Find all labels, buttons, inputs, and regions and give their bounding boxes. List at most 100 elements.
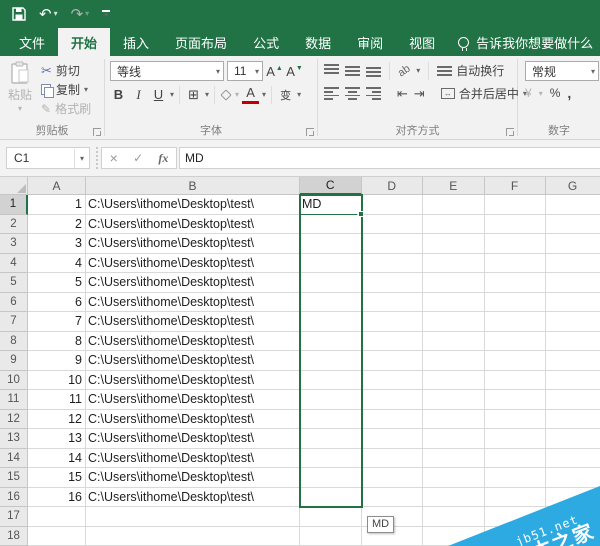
cell-D2[interactable]	[361, 214, 423, 234]
cell-E14[interactable]	[423, 448, 485, 468]
font-color-button[interactable]: A	[242, 85, 260, 104]
cell-D10[interactable]	[361, 370, 423, 390]
cell-E7[interactable]	[423, 312, 485, 332]
cell-B15[interactable]: C:\Users\ithome\Desktop\test\	[86, 468, 300, 488]
row-header-3[interactable]: 3	[0, 234, 28, 254]
customize-quick-access-icon[interactable]: ▾	[102, 10, 111, 19]
column-header-C[interactable]: C	[300, 177, 362, 195]
fill-color-caret-icon[interactable]: ▾	[235, 90, 239, 99]
borders-caret-icon[interactable]: ▾	[205, 90, 209, 99]
increase-indent-icon[interactable]: ⇥	[414, 86, 425, 102]
accounting-caret-icon[interactable]: ▾	[539, 89, 543, 98]
cell-A1[interactable]: 1	[28, 195, 86, 215]
cell-B16[interactable]: C:\Users\ithome\Desktop\test\	[86, 487, 300, 507]
cell-B13[interactable]: C:\Users\ithome\Desktop\test\	[86, 429, 300, 449]
cell-D4[interactable]	[361, 253, 423, 273]
accounting-format-icon[interactable]: ¥	[525, 86, 532, 100]
underline-caret-icon[interactable]: ▾	[170, 90, 174, 99]
column-header-A[interactable]: A	[28, 177, 86, 195]
column-header-E[interactable]: E	[423, 177, 485, 195]
alignment-dialog-launcher-icon[interactable]	[506, 128, 514, 136]
cell-B6[interactable]: C:\Users\ithome\Desktop\test\	[86, 292, 300, 312]
cell-G11[interactable]	[545, 390, 600, 410]
tab-home[interactable]: 开始	[58, 28, 111, 56]
cell-A3[interactable]: 3	[28, 234, 86, 254]
clipboard-dialog-launcher-icon[interactable]	[93, 128, 101, 136]
cell-E16[interactable]	[423, 487, 485, 507]
row-header-2[interactable]: 2	[0, 214, 28, 234]
align-left-icon[interactable]	[324, 87, 339, 100]
percent-style-button[interactable]: %	[550, 86, 561, 100]
row-header-18[interactable]: 18	[0, 526, 28, 546]
save-icon[interactable]	[12, 7, 26, 21]
cell-B5[interactable]: C:\Users\ithome\Desktop\test\	[86, 273, 300, 293]
cell-C7[interactable]	[300, 312, 362, 332]
cell-F2[interactable]	[484, 214, 546, 234]
cell-G10[interactable]	[545, 370, 600, 390]
cell-C9[interactable]	[300, 351, 362, 371]
row-header-5[interactable]: 5	[0, 273, 28, 293]
fill-handle[interactable]	[357, 210, 364, 217]
cell-A10[interactable]: 10	[28, 370, 86, 390]
cell-F5[interactable]	[484, 273, 546, 293]
phonetic-caret-icon[interactable]: ▾	[297, 90, 301, 99]
cell-B7[interactable]: C:\Users\ithome\Desktop\test\	[86, 312, 300, 332]
top-align-icon[interactable]	[324, 64, 339, 77]
cell-A16[interactable]: 16	[28, 487, 86, 507]
cell-B9[interactable]: C:\Users\ithome\Desktop\test\	[86, 351, 300, 371]
cell-A12[interactable]: 12	[28, 409, 86, 429]
wrap-text-button[interactable]: 自动换行	[437, 61, 504, 80]
row-header-16[interactable]: 16	[0, 487, 28, 507]
cell-B18[interactable]	[86, 526, 300, 546]
cell-C12[interactable]	[300, 409, 362, 429]
cell-F7[interactable]	[484, 312, 546, 332]
formula-input[interactable]: MD	[179, 147, 600, 169]
insert-function-icon[interactable]: fx	[158, 151, 168, 166]
cell-E8[interactable]	[423, 331, 485, 351]
font-dialog-launcher-icon[interactable]	[306, 128, 314, 136]
cell-B3[interactable]: C:\Users\ithome\Desktop\test\	[86, 234, 300, 254]
cell-B1[interactable]: C:\Users\ithome\Desktop\test\	[86, 195, 300, 215]
name-box[interactable]: C1 ▾	[6, 147, 90, 169]
cell-C6[interactable]	[300, 292, 362, 312]
cell-A14[interactable]: 14	[28, 448, 86, 468]
cell-C13[interactable]	[300, 429, 362, 449]
tab-insert[interactable]: 插入	[110, 28, 162, 56]
cell-G8[interactable]	[545, 331, 600, 351]
cell-C5[interactable]	[300, 273, 362, 293]
row-header-13[interactable]: 13	[0, 429, 28, 449]
tab-review[interactable]: 审阅	[344, 28, 396, 56]
center-icon[interactable]	[345, 87, 360, 100]
cell-D14[interactable]	[361, 448, 423, 468]
cell-F15[interactable]	[484, 468, 546, 488]
cell-G12[interactable]	[545, 409, 600, 429]
select-all-corner[interactable]	[0, 177, 28, 195]
cell-A5[interactable]: 5	[28, 273, 86, 293]
tab-view[interactable]: 视图	[396, 28, 448, 56]
cell-F13[interactable]	[484, 429, 546, 449]
fill-color-icon[interactable]	[220, 88, 232, 101]
cell-B17[interactable]	[86, 507, 300, 527]
paste-button[interactable]: 粘贴 ▾	[3, 61, 37, 118]
row-header-17[interactable]: 17	[0, 507, 28, 527]
borders-button[interactable]: ⊞	[185, 85, 202, 104]
cell-F11[interactable]	[484, 390, 546, 410]
cell-A6[interactable]: 6	[28, 292, 86, 312]
cell-G3[interactable]	[545, 234, 600, 254]
cell-A18[interactable]	[28, 526, 86, 546]
cell-B2[interactable]: C:\Users\ithome\Desktop\test\	[86, 214, 300, 234]
cell-D16[interactable]	[361, 487, 423, 507]
cell-G9[interactable]	[545, 351, 600, 371]
cell-B12[interactable]: C:\Users\ithome\Desktop\test\	[86, 409, 300, 429]
cell-G4[interactable]	[545, 253, 600, 273]
cell-A2[interactable]: 2	[28, 214, 86, 234]
cell-G6[interactable]	[545, 292, 600, 312]
cell-D9[interactable]	[361, 351, 423, 371]
cell-F12[interactable]	[484, 409, 546, 429]
cell-C10[interactable]	[300, 370, 362, 390]
cell-D5[interactable]	[361, 273, 423, 293]
cell-E2[interactable]	[423, 214, 485, 234]
cell-F9[interactable]	[484, 351, 546, 371]
cell-F4[interactable]	[484, 253, 546, 273]
row-header-10[interactable]: 10	[0, 370, 28, 390]
